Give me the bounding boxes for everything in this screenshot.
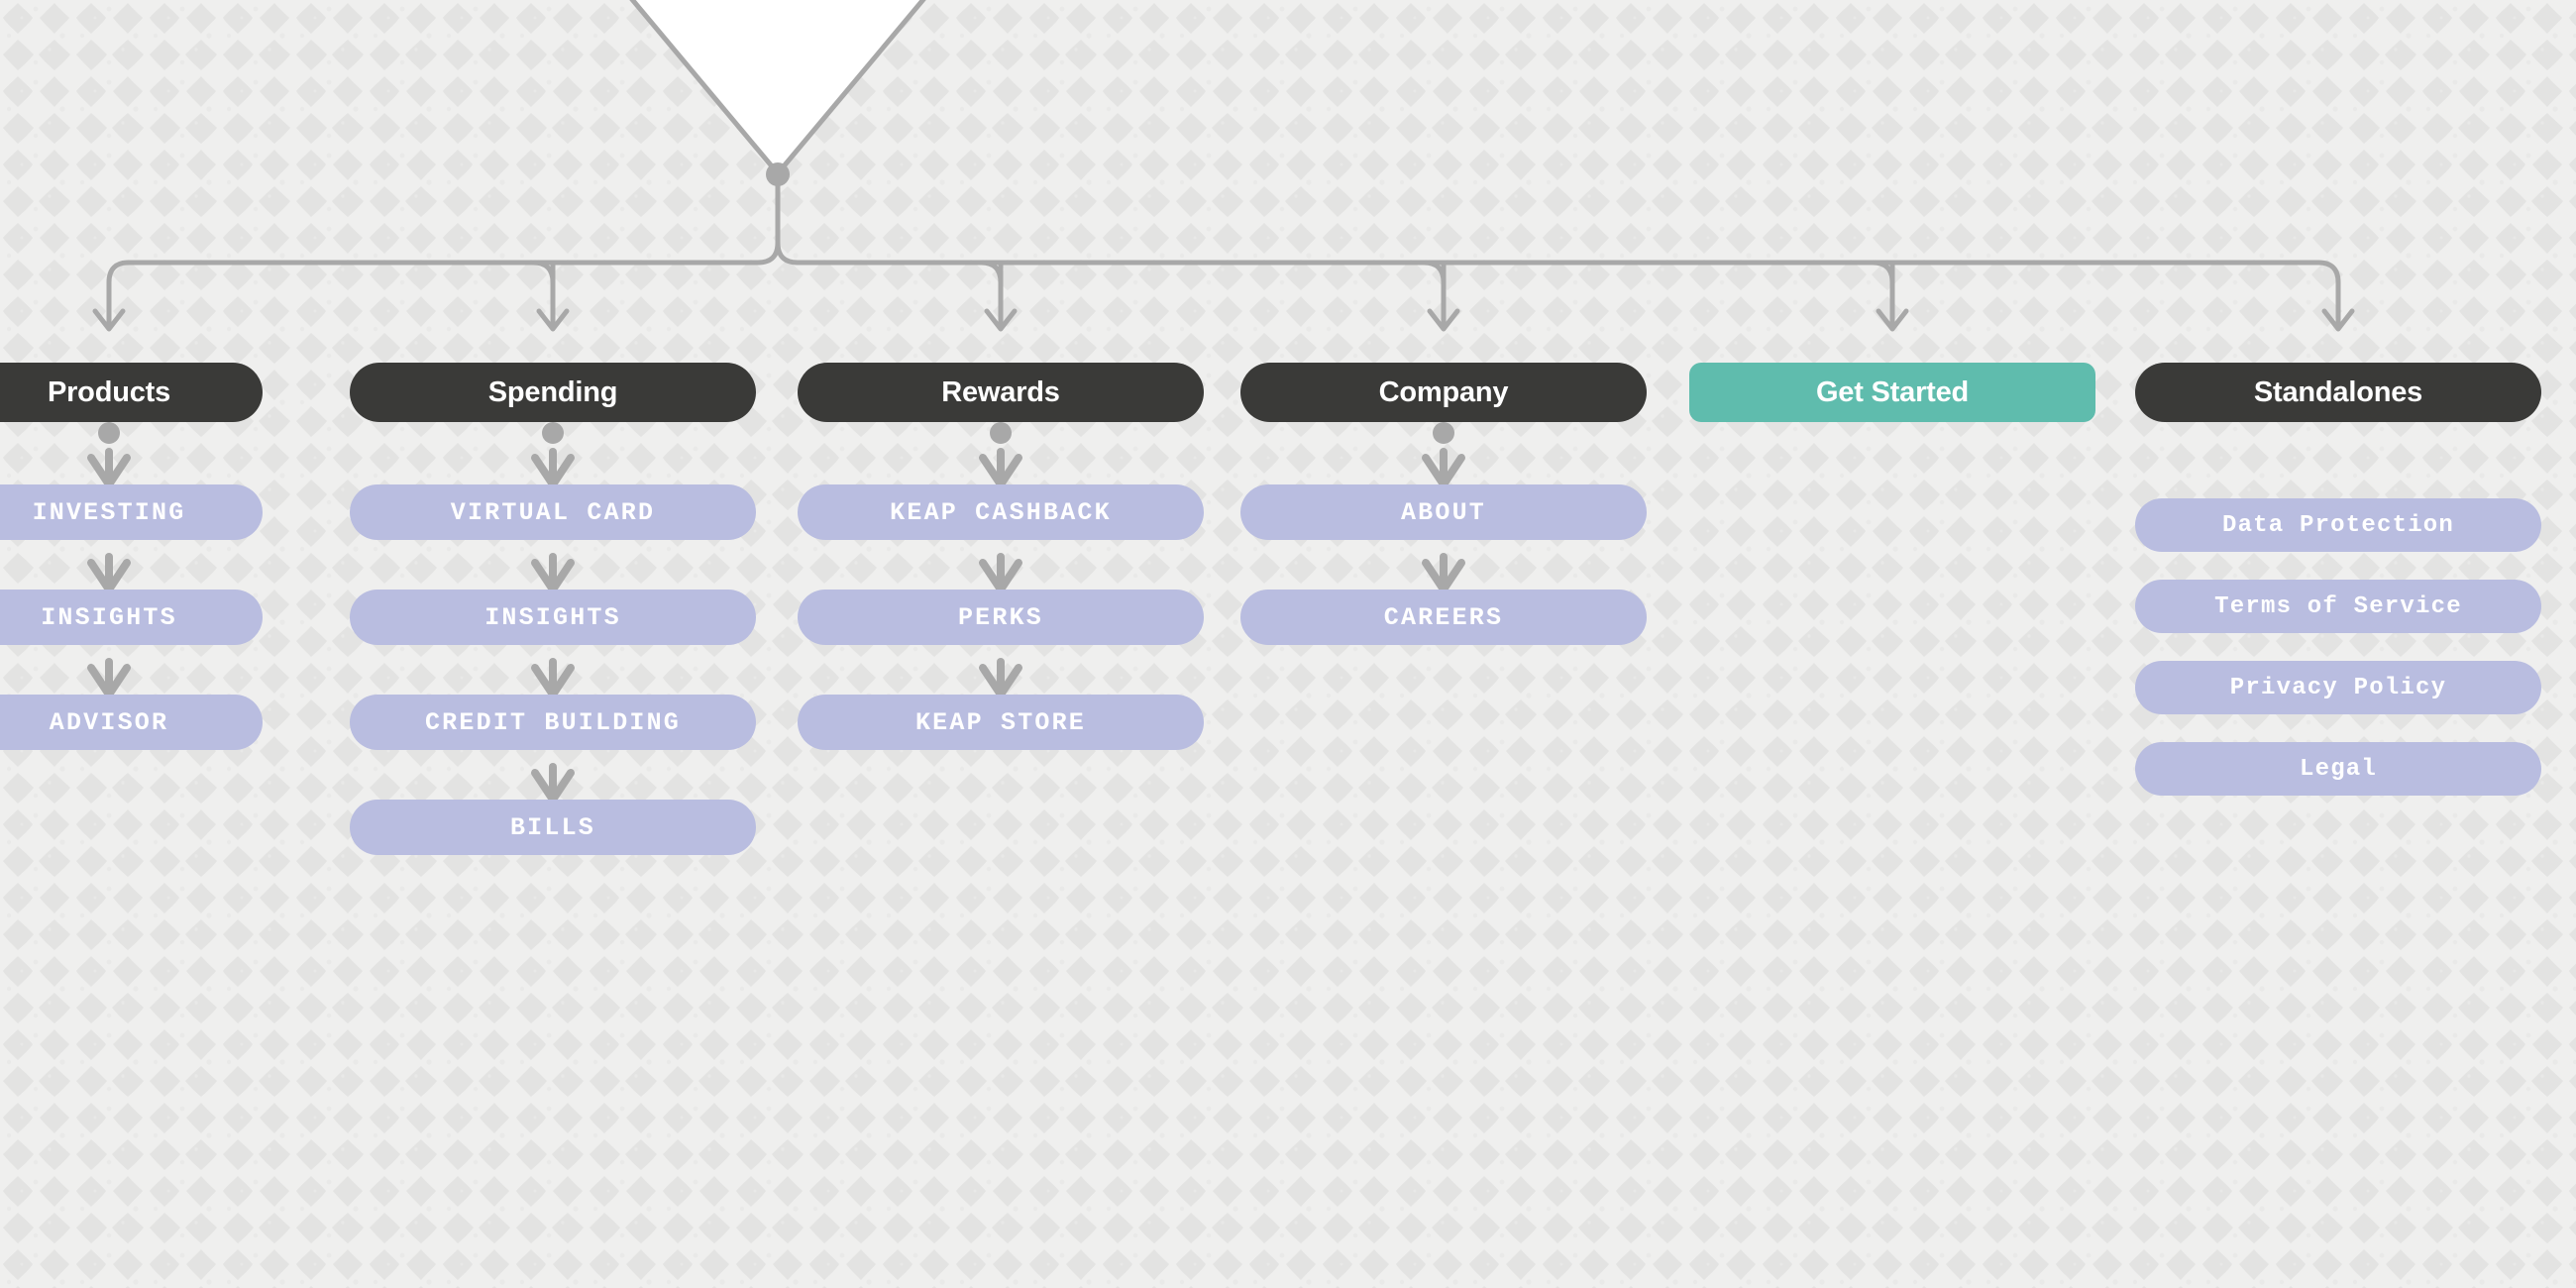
node-keap-cashback[interactable]: KEAP CASHBACK <box>798 484 1204 540</box>
node-keap-store[interactable]: KEAP STORE <box>798 695 1204 750</box>
sitemap-canvas: Products Spending Rewards Company Get St… <box>0 0 2576 1288</box>
node-rewards-label: Rewards <box>941 376 1060 408</box>
node-products-insights-label: INSIGHTS <box>41 602 177 632</box>
node-credit-building[interactable]: CREDIT BUILDING <box>350 695 756 750</box>
node-bills-label: BILLS <box>509 812 595 842</box>
node-data-protection[interactable]: Data Protection <box>2135 498 2541 552</box>
node-get-started[interactable]: Get Started <box>1689 363 2095 422</box>
socket-rewards <box>990 422 1012 444</box>
node-privacy-policy-label: Privacy Policy <box>2229 674 2447 701</box>
node-terms-of-service[interactable]: Terms of Service <box>2135 580 2541 633</box>
node-rewards[interactable]: Rewards <box>798 363 1204 422</box>
node-products-label: Products <box>47 376 171 408</box>
node-advisor[interactable]: ADVISOR <box>0 695 263 750</box>
node-advisor-label: ADVISOR <box>49 707 169 737</box>
node-company-label: Company <box>1378 376 1509 408</box>
node-careers[interactable]: CAREERS <box>1240 590 1647 645</box>
socket-products <box>98 422 120 444</box>
socket-spending <box>542 422 564 444</box>
node-about[interactable]: ABOUT <box>1240 484 1647 540</box>
node-perks-label: PERKS <box>957 602 1043 632</box>
node-legal-label: Legal <box>2299 755 2377 783</box>
node-terms-of-service-label: Terms of Service <box>2214 592 2462 620</box>
root-junction-dot <box>766 162 790 186</box>
node-products-insights[interactable]: INSIGHTS <box>0 590 263 645</box>
node-bills[interactable]: BILLS <box>350 800 756 855</box>
node-investing[interactable]: INVESTING <box>0 484 263 540</box>
node-standalones[interactable]: Standalones <box>2135 363 2541 422</box>
node-keap-store-label: KEAP STORE <box>914 707 1087 737</box>
node-investing-label: INVESTING <box>32 497 186 527</box>
node-keap-cashback-label: KEAP CASHBACK <box>890 497 1112 527</box>
node-careers-label: CAREERS <box>1383 602 1504 632</box>
node-standalones-label: Standalones <box>2253 376 2423 408</box>
node-company[interactable]: Company <box>1240 363 1647 422</box>
node-privacy-policy[interactable]: Privacy Policy <box>2135 661 2541 714</box>
node-spending-label: Spending <box>487 376 618 408</box>
node-spending-insights[interactable]: INSIGHTS <box>350 590 756 645</box>
node-perks[interactable]: PERKS <box>798 590 1204 645</box>
socket-company <box>1433 422 1454 444</box>
node-data-protection-label: Data Protection <box>2221 511 2455 539</box>
node-spending-insights-label: INSIGHTS <box>484 602 621 632</box>
node-get-started-label: Get Started <box>1815 376 1970 408</box>
node-legal[interactable]: Legal <box>2135 742 2541 796</box>
node-spending[interactable]: Spending <box>350 363 756 422</box>
node-products[interactable]: Products <box>0 363 263 422</box>
node-virtual-card[interactable]: VIRTUAL CARD <box>350 484 756 540</box>
node-credit-building-label: CREDIT BUILDING <box>424 707 682 737</box>
node-virtual-card-label: VIRTUAL CARD <box>450 497 656 527</box>
node-about-label: ABOUT <box>1400 497 1486 527</box>
